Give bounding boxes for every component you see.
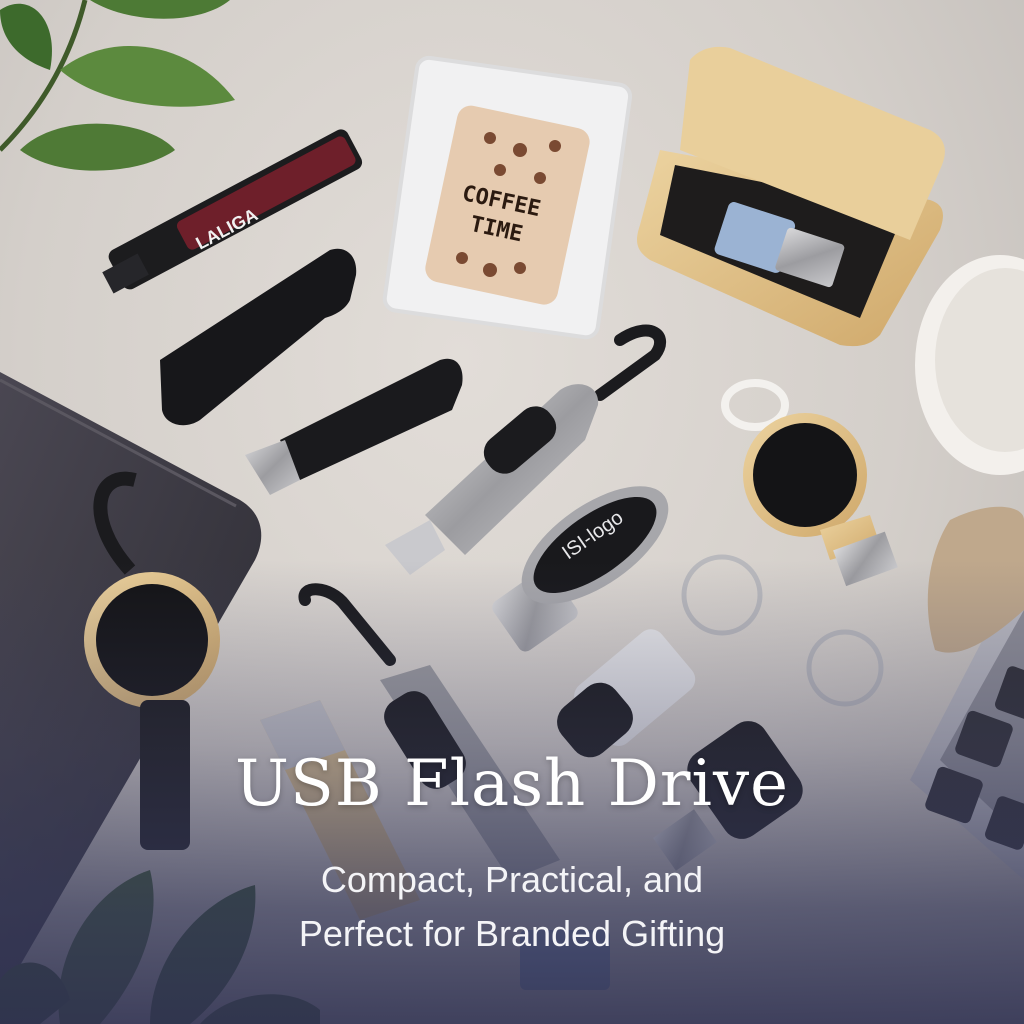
product-photo: COFFEE TIME LALIGA ISI-logo USB Flash Dr… — [0, 0, 1024, 1024]
black-drive-2 — [245, 358, 463, 495]
headline-title: USB Flash Drive — [235, 747, 789, 821]
black-drive-1 — [160, 248, 357, 426]
wood-round-drive-right — [721, 379, 898, 587]
plant-leaves-top — [0, 0, 235, 171]
subtitle-line-1: Compact, Practical, and — [320, 859, 704, 900]
white-bowl — [915, 255, 1024, 475]
subtitle-line-2: Perfect for Branded Gifting — [298, 913, 726, 954]
wooden-gift-box — [637, 46, 945, 347]
